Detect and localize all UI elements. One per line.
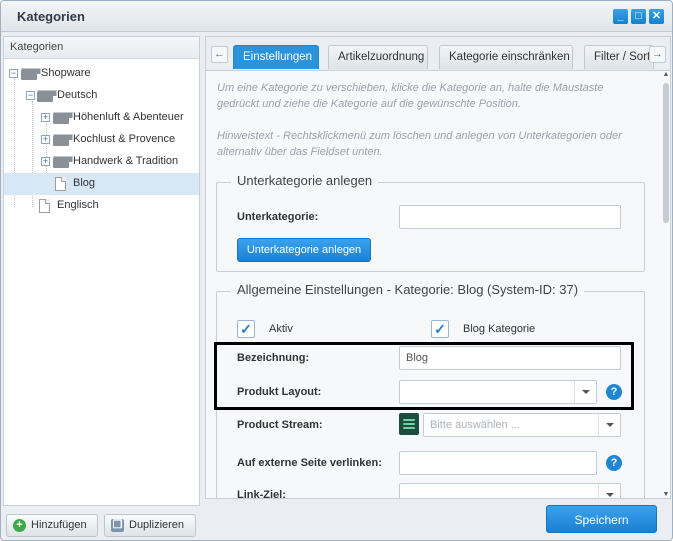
maximize-button[interactable]: □ bbox=[631, 9, 646, 24]
folder-icon bbox=[37, 90, 57, 102]
tree-item-label: Englisch bbox=[57, 199, 99, 211]
folder-icon bbox=[53, 134, 73, 146]
plus-icon: + bbox=[13, 519, 26, 532]
add-label: Hinzufügen bbox=[31, 519, 87, 531]
tree-item-hoehenluft[interactable]: + Höhenluft & Abenteuer bbox=[4, 107, 199, 129]
tree-toolbar: + Hinzufügen ❐ Duplizieren bbox=[3, 512, 200, 539]
document-icon bbox=[55, 177, 66, 191]
settings-form: Um eine Kategorie zu verschieben, klicke… bbox=[206, 71, 662, 498]
tree-item-label: Blog bbox=[73, 177, 96, 189]
duplicate-category-button[interactable]: ❐ Duplizieren bbox=[104, 514, 196, 537]
category-tree-panel: Kategorien − Shopware − Deutsch + Höhenl… bbox=[3, 36, 200, 506]
category-detail-panel: ← Einstellungen Artikelzuordnung Kategor… bbox=[205, 36, 671, 499]
tree-item-englisch[interactable]: Englisch bbox=[4, 195, 199, 217]
external-link-label: Auf externe Seite verlinken: bbox=[237, 457, 382, 469]
help-icon[interactable]: ? bbox=[606, 455, 622, 471]
link-target-select[interactable] bbox=[399, 483, 621, 498]
product-stream-select[interactable]: Bitte auswählen ... bbox=[423, 413, 621, 437]
highlight-box bbox=[214, 342, 634, 410]
bottom-toolbar: Speichern bbox=[205, 500, 671, 540]
move-hint: Um eine Kategorie zu verschieben, klicke… bbox=[217, 82, 604, 110]
subcategory-fieldset: Unterkategorie anlegen Unterkategorie: U… bbox=[216, 173, 645, 272]
subcategory-input[interactable] bbox=[399, 205, 621, 229]
window-title: Kategorien bbox=[17, 9, 85, 24]
tree-item-deutsch[interactable]: − Deutsch bbox=[4, 85, 199, 107]
product-stream-icon bbox=[399, 413, 419, 435]
duplicate-icon: ❐ bbox=[111, 519, 124, 532]
tab-filter-sortierung[interactable]: Filter / Sortierung bbox=[584, 45, 654, 69]
chevron-down-icon[interactable] bbox=[598, 414, 620, 436]
product-stream-label: Product Stream: bbox=[237, 419, 323, 431]
tree-item-label: Kochlust & Provence bbox=[73, 133, 176, 145]
tree-item-label: Shopware bbox=[41, 67, 91, 79]
create-subcategory-button[interactable]: Unterkategorie anlegen bbox=[237, 238, 371, 262]
tab-bar: ← Einstellungen Artikelzuordnung Kategor… bbox=[206, 37, 670, 71]
tree-item-label: Deutsch bbox=[57, 89, 98, 101]
tree-item-handwerk[interactable]: + Handwerk & Tradition bbox=[4, 151, 199, 173]
scrollbar-thumb[interactable] bbox=[663, 83, 669, 223]
active-label: Aktiv bbox=[269, 323, 293, 335]
chevron-down-icon[interactable] bbox=[598, 484, 620, 498]
category-window: Kategorien _ □ ✕ Kategorien − Shopware −… bbox=[0, 0, 673, 541]
minimize-button[interactable]: _ bbox=[613, 9, 628, 24]
expand-icon[interactable]: + bbox=[41, 135, 50, 144]
link-target-label: Link-Ziel: bbox=[237, 489, 286, 498]
tree-header: Kategorien bbox=[4, 37, 199, 59]
tab-scroll-right-icon[interactable]: → bbox=[649, 46, 666, 63]
folder-icon bbox=[53, 112, 73, 124]
folder-icon bbox=[53, 156, 73, 168]
tree-item-label: Höhenluft & Abenteuer bbox=[73, 111, 184, 123]
expand-icon[interactable]: + bbox=[41, 113, 50, 122]
general-legend: Allgemeine Einstellungen - Kategorie: Bl… bbox=[231, 282, 585, 297]
tab-kategorie-einschraenken[interactable]: Kategorie einschränken bbox=[439, 45, 573, 69]
tab-einstellungen[interactable]: Einstellungen bbox=[233, 45, 319, 69]
expand-icon[interactable]: + bbox=[41, 157, 50, 166]
tree-item-label: Handwerk & Tradition bbox=[73, 155, 179, 167]
active-checkbox[interactable]: ✓ bbox=[237, 320, 255, 338]
collapse-icon[interactable]: − bbox=[9, 69, 18, 78]
tree-item-shopware[interactable]: − Shopware bbox=[4, 63, 199, 85]
collapse-icon[interactable]: − bbox=[26, 91, 35, 100]
tree-item-blog[interactable]: Blog bbox=[4, 173, 199, 195]
document-icon bbox=[39, 199, 50, 213]
duplicate-label: Duplizieren bbox=[129, 519, 185, 531]
tree-item-kochlust[interactable]: + Kochlust & Provence bbox=[4, 129, 199, 151]
subcategory-legend: Unterkategorie anlegen bbox=[231, 173, 379, 188]
tab-scroll-left-icon[interactable]: ← bbox=[211, 46, 228, 63]
close-button[interactable]: ✕ bbox=[649, 9, 664, 24]
external-link-input[interactable] bbox=[399, 451, 597, 475]
title-bar: Kategorien _ □ ✕ bbox=[1, 1, 672, 32]
tab-artikelzuordnung[interactable]: Artikelzuordnung bbox=[328, 45, 428, 69]
folder-icon bbox=[21, 68, 41, 80]
add-category-button[interactable]: + Hinzufügen bbox=[6, 514, 98, 537]
save-button[interactable]: Speichern bbox=[546, 505, 657, 533]
subcategory-label: Unterkategorie: bbox=[237, 211, 319, 223]
blog-category-checkbox[interactable]: ✓ bbox=[431, 320, 449, 338]
blog-category-label: Blog Kategorie bbox=[463, 323, 536, 335]
context-hint: Hinweistext - Rechtsklickmenü zum lösche… bbox=[217, 130, 622, 158]
scrollbar[interactable]: ▲ ▼ bbox=[662, 71, 670, 498]
